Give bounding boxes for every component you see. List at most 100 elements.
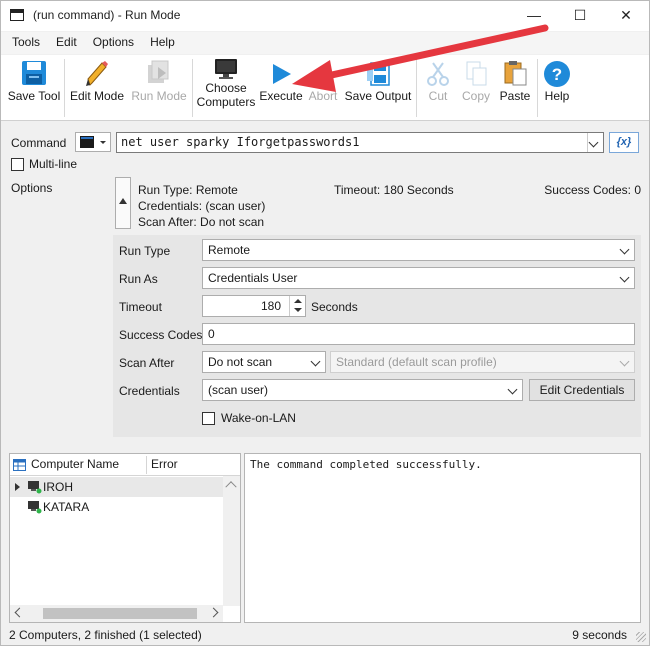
window-title: (run command) - Run Mode [33, 8, 181, 22]
run-mode-window: (run command) - Run Mode — ☐ ✕ Tools Edi… [0, 0, 650, 646]
spin-down-icon[interactable] [294, 308, 302, 312]
edit-credentials-button[interactable]: Edit Credentials [529, 379, 635, 401]
choose-computers-label-1: Choose [205, 81, 247, 95]
summary-run-type: Run Type: Remote [138, 183, 238, 197]
multiline-checkbox[interactable] [11, 157, 24, 171]
wake-on-lan-option[interactable]: Wake-on-LAN [202, 411, 296, 425]
success-codes-label: Success Codes [119, 328, 203, 342]
minimize-button[interactable]: — [511, 1, 557, 31]
svg-text:?: ? [552, 65, 562, 84]
command-label: Command [11, 136, 67, 150]
console-icon [80, 136, 106, 148]
spin-buttons[interactable] [289, 296, 305, 316]
timeout-stepper[interactable]: 180 [202, 295, 306, 317]
computer-name: IROH [43, 480, 73, 494]
edit-mode-button[interactable]: Edit Mode [68, 57, 126, 103]
table-icon [13, 459, 26, 471]
toolbar: Save Tool Edit Mode Run Mode Choose Comp… [1, 55, 649, 121]
save-output-button[interactable]: Save Output [343, 57, 413, 103]
abort-button[interactable]: Abort [305, 57, 341, 103]
credentials-value: (scan user) [208, 383, 269, 397]
summary-scan-after: Scan After: Do not scan [138, 215, 265, 229]
horizontal-scrollbar[interactable] [10, 605, 223, 622]
column-computer-name[interactable]: Computer Name [31, 457, 119, 471]
spin-up-icon[interactable] [294, 299, 302, 303]
run-mode-label: Run Mode [131, 89, 187, 103]
copy-label: Copy [461, 89, 490, 103]
timeout-unit: Seconds [311, 300, 358, 314]
scroll-left-icon[interactable] [14, 607, 25, 618]
scan-profile-select[interactable]: Standard (default scan profile) [330, 351, 635, 373]
column-error[interactable]: Error [151, 457, 178, 471]
run-mode-icon [144, 57, 174, 89]
save-output-icon [363, 57, 393, 89]
play-icon [266, 57, 296, 89]
status-summary: 2 Computers, 2 finished (1 selected) [9, 628, 202, 642]
cut-button[interactable]: Cut [421, 57, 455, 103]
toolbar-separator [416, 59, 417, 117]
abort-label: Abort [308, 89, 338, 103]
chevron-down-icon [617, 240, 634, 260]
table-row[interactable]: IROH [10, 477, 223, 497]
execute-label: Execute [259, 89, 303, 103]
options-summary: Run Type: Remote Timeout: 180 Seconds Su… [113, 177, 641, 233]
app-window-icon [10, 9, 24, 21]
chevron-down-icon [505, 380, 522, 400]
scan-after-select[interactable]: Do not scan [202, 351, 326, 373]
menu-help[interactable]: Help [142, 32, 183, 54]
scroll-thumb[interactable] [43, 608, 197, 619]
run-as-label: Run As [119, 272, 158, 286]
scan-profile-value: Standard (default scan profile) [336, 355, 497, 369]
options-panel: Run Type: Remote Timeout: 180 Seconds Su… [113, 177, 641, 437]
credentials-select[interactable]: (scan user) [202, 379, 523, 401]
help-icon: ? [542, 57, 572, 89]
run-type-value: Remote [208, 243, 251, 257]
insert-variable-button[interactable]: {x} [609, 132, 639, 153]
run-as-select[interactable]: Credentials User [202, 267, 635, 289]
command-type-dropdown[interactable] [75, 132, 111, 152]
computer-online-icon [28, 501, 42, 514]
copy-button[interactable]: Copy [457, 57, 495, 103]
wake-on-lan-checkbox[interactable] [202, 411, 215, 425]
credentials-label: Credentials [119, 384, 180, 398]
paste-button[interactable]: Paste [496, 57, 534, 103]
multiline-label: Multi-line [29, 157, 78, 171]
scissors-icon [423, 57, 453, 89]
scan-after-value: Do not scan [208, 355, 273, 369]
status-elapsed: 9 seconds [572, 628, 627, 642]
menu-options[interactable]: Options [85, 32, 142, 54]
help-button[interactable]: ? Help [541, 57, 573, 103]
command-history-dropdown[interactable] [587, 133, 603, 152]
resize-grip[interactable] [636, 632, 646, 642]
output-pane[interactable]: The command completed successfully. [244, 453, 641, 623]
scroll-right-icon[interactable] [208, 607, 219, 618]
maximize-button[interactable]: ☐ [557, 1, 603, 31]
execute-button[interactable]: Execute [259, 57, 303, 103]
run-type-select[interactable]: Remote [202, 239, 635, 261]
computer-online-icon [28, 481, 42, 494]
table-row[interactable]: KATARA [10, 497, 223, 517]
success-codes-input[interactable]: 0 [202, 323, 635, 345]
command-input[interactable]: net user sparky Iforgetpasswords1 [116, 132, 604, 153]
menu-edit[interactable]: Edit [48, 32, 85, 54]
choose-computers-button[interactable]: Choose Computers [195, 57, 257, 109]
status-bar: 2 Computers, 2 finished (1 selected) 9 s… [1, 625, 649, 645]
scroll-up-icon[interactable] [225, 481, 237, 493]
chevron-down-icon [308, 352, 325, 372]
timeout-label: Timeout [119, 300, 162, 314]
edit-mode-label: Edit Mode [69, 89, 125, 103]
menu-bar: Tools Edit Options Help [1, 32, 649, 54]
close-button[interactable]: ✕ [603, 1, 649, 31]
collapse-options-button[interactable] [115, 177, 131, 229]
menu-tools[interactable]: Tools [1, 32, 48, 54]
chevron-down-icon [586, 133, 603, 153]
multiline-option[interactable]: Multi-line [11, 157, 77, 171]
vertical-scrollbar[interactable] [223, 476, 240, 606]
title-bar: (run command) - Run Mode — ☐ ✕ [1, 1, 649, 31]
run-type-label: Run Type [119, 244, 171, 258]
run-mode-button[interactable]: Run Mode [129, 57, 189, 103]
toolbar-separator [537, 59, 538, 117]
row-pointer-icon [15, 483, 20, 491]
grid-header: Computer Name Error [10, 454, 240, 476]
save-tool-button[interactable]: Save Tool [7, 57, 61, 103]
